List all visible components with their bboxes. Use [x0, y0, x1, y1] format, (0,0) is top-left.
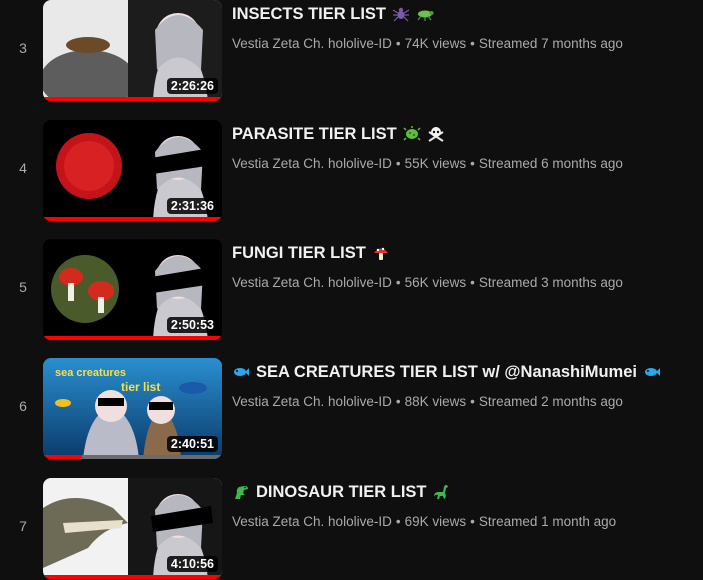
video-thumbnail[interactable]: 4:10:56 [43, 478, 222, 579]
video-title-text: INSECTS TIER LIST [232, 4, 387, 23]
mushroom-icon [372, 244, 390, 262]
video-title-text: PARASITE TIER LIST [232, 124, 397, 143]
thumbnail-caption: tier list [121, 380, 160, 394]
watch-progress-fill [43, 217, 222, 221]
list-item[interactable]: 5 2:50:53 FUNGI TIER LIST Vestia Zeta Ch… [0, 239, 703, 341]
list-item[interactable]: 6 sea creatures tier list 2:40:51 SEA CR… [0, 358, 703, 460]
video-thumbnail[interactable]: sea creatures tier list 2:40:51 [43, 358, 222, 459]
video-meta: Vestia Zeta Ch. hololive-ID • 56K views • St… [232, 275, 623, 290]
watch-progress-fill [43, 575, 222, 579]
list-item[interactable]: 7 4:10:56 DINOSAUR TIER LIST Vestia Zeta… [0, 478, 703, 580]
channel-name[interactable]: Vestia Zeta Ch. hololive-ID [232, 394, 392, 409]
view-count: 69K views [404, 514, 467, 529]
watch-progress-track [43, 455, 222, 459]
video-title[interactable]: DINOSAUR TIER LIST [232, 481, 451, 503]
playlist-index: 5 [19, 279, 27, 295]
thumbnail-caption: sea creatures [55, 367, 126, 379]
watch-progress-track [43, 575, 222, 579]
sauropod-icon [433, 483, 451, 501]
duration-badge: 2:40:51 [166, 436, 218, 452]
stream-age: Streamed 7 months ago [478, 36, 623, 51]
playlist-index: 6 [19, 398, 27, 414]
video-title[interactable]: INSECTS TIER LIST [232, 3, 434, 25]
spider-icon [392, 5, 410, 23]
video-title[interactable]: FUNGI TIER LIST [232, 242, 390, 264]
stream-age: Streamed 6 months ago [478, 156, 623, 171]
duration-badge: 2:50:53 [166, 317, 218, 333]
view-count: 56K views [404, 275, 467, 290]
channel-name[interactable]: Vestia Zeta Ch. hololive-ID [232, 514, 392, 529]
video-title-text: DINOSAUR TIER LIST [256, 482, 427, 501]
duration-badge: 4:10:56 [166, 556, 218, 572]
video-title[interactable]: PARASITE TIER LIST [232, 123, 445, 145]
video-thumbnail[interactable]: 2:31:36 [43, 120, 222, 221]
list-item[interactable]: 3 2:26:26 INSECTS TIER LIST Vestia Zeta … [0, 0, 703, 102]
list-item[interactable]: 4 2:31:36 PARASITE TIER LIST Vestia Zeta… [0, 120, 703, 222]
watch-progress-track [43, 97, 222, 101]
stream-age: Streamed 2 months ago [478, 394, 623, 409]
skull-crossbones-icon [427, 125, 445, 143]
watch-progress-fill [43, 97, 222, 101]
video-thumbnail[interactable]: 2:26:26 [43, 0, 222, 101]
channel-name[interactable]: Vestia Zeta Ch. hololive-ID [232, 275, 392, 290]
stream-age: Streamed 1 month ago [478, 514, 617, 529]
stream-age: Streamed 3 months ago [478, 275, 623, 290]
video-title-text: FUNGI TIER LIST [232, 243, 366, 262]
video-meta: Vestia Zeta Ch. hololive-ID • 74K views • St… [232, 36, 623, 51]
fish-icon [232, 363, 250, 381]
playlist-index: 3 [19, 40, 27, 56]
video-thumbnail[interactable]: 2:50:53 [43, 239, 222, 340]
video-meta: Vestia Zeta Ch. hololive-ID • 88K views • St… [232, 394, 623, 409]
view-count: 88K views [404, 394, 467, 409]
duration-badge: 2:31:36 [166, 198, 218, 214]
playlist-index: 7 [19, 518, 27, 534]
video-meta: Vestia Zeta Ch. hololive-ID • 69K views • St… [232, 514, 617, 529]
watch-progress-fill [43, 336, 222, 340]
duration-badge: 2:26:26 [166, 78, 218, 94]
t-rex-icon [232, 483, 250, 501]
playlist-index: 4 [19, 160, 27, 176]
microbe-icon [403, 125, 421, 143]
video-title[interactable]: SEA CREATURES TIER LIST w/ @NanashiMumei [232, 361, 661, 383]
fish-icon [643, 363, 661, 381]
watch-progress-track [43, 217, 222, 221]
cricket-icon [416, 5, 434, 23]
channel-name[interactable]: Vestia Zeta Ch. hololive-ID [232, 156, 392, 171]
video-meta: Vestia Zeta Ch. hololive-ID • 55K views • St… [232, 156, 623, 171]
watch-progress-track [43, 336, 222, 340]
view-count: 55K views [404, 156, 467, 171]
watch-progress-fill [43, 455, 83, 459]
channel-name[interactable]: Vestia Zeta Ch. hololive-ID [232, 36, 392, 51]
view-count: 74K views [404, 36, 467, 51]
video-title-text: SEA CREATURES TIER LIST w/ @NanashiMumei [256, 362, 637, 381]
